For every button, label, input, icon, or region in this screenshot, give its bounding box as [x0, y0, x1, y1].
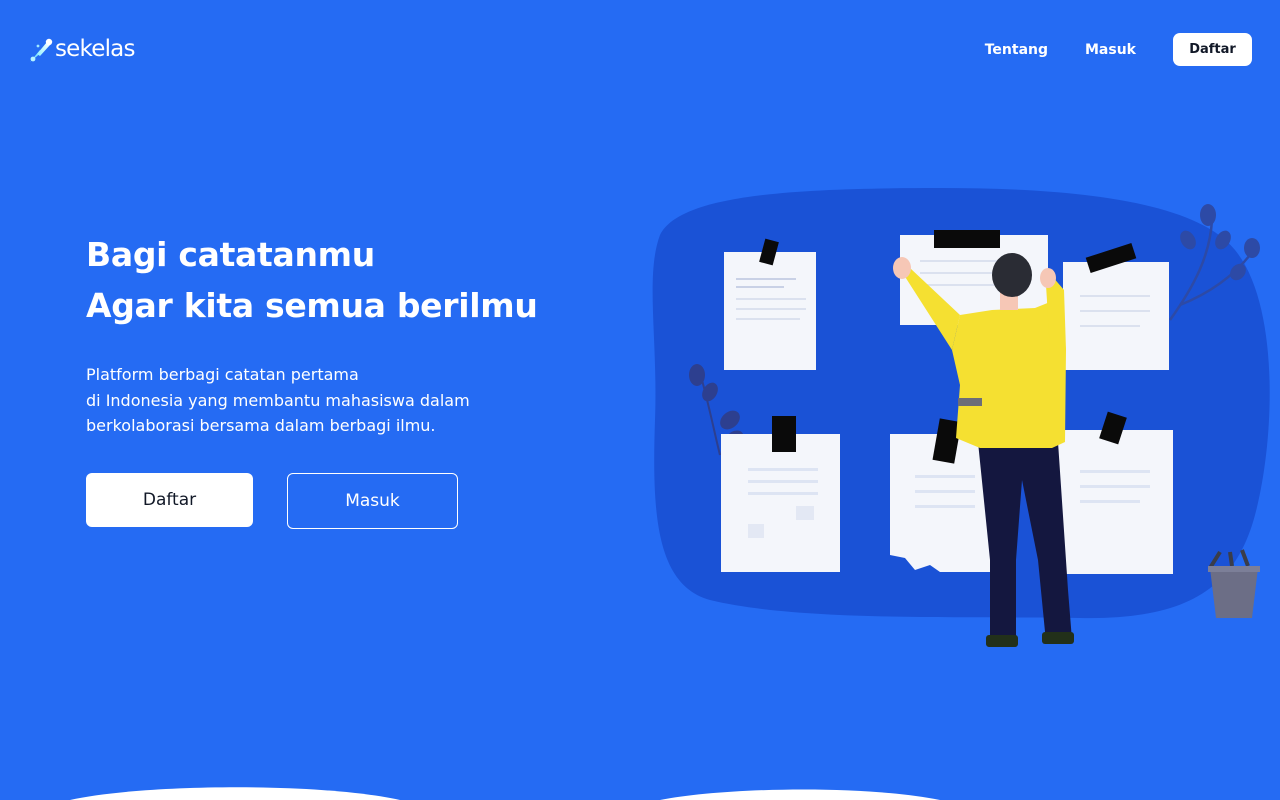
nav-masuk-link[interactable]: Masuk [1085, 42, 1136, 58]
note-paper-3 [1063, 242, 1169, 370]
hero-title: Bagi catatanmu Agar kita semua berilmu [86, 229, 538, 331]
nav-daftar-button[interactable]: Daftar [1173, 33, 1252, 66]
note-paper-1 [724, 238, 816, 370]
hero-daftar-button[interactable]: Daftar [86, 473, 253, 527]
hero-masuk-button[interactable]: Masuk [287, 473, 458, 529]
hero-description: Platform berbagi catatan pertama di Indo… [86, 362, 470, 439]
logo-text: sekelas [55, 36, 135, 62]
bottom-wave [70, 787, 940, 800]
note-paper-4 [721, 416, 840, 572]
hero-illustration [652, 188, 1270, 647]
top-nav: Tentang Masuk Daftar [985, 33, 1252, 66]
note-paper-6 [1058, 411, 1173, 574]
logo[interactable]: sekelas [28, 34, 135, 64]
hero-desc-line3: berkolaborasi bersama dalam berbagi ilmu… [86, 416, 436, 435]
rocket-icon [30, 38, 53, 62]
hero-desc-line1: Platform berbagi catatan pertama [86, 365, 359, 384]
hero-title-line2: Agar kita semua berilmu [86, 286, 538, 325]
hero-desc-line2: di Indonesia yang membantu mahasiswa dal… [86, 390, 470, 410]
hero-title-line1: Bagi catatanmu [86, 235, 375, 274]
nav-tentang-link[interactable]: Tentang [985, 42, 1048, 58]
